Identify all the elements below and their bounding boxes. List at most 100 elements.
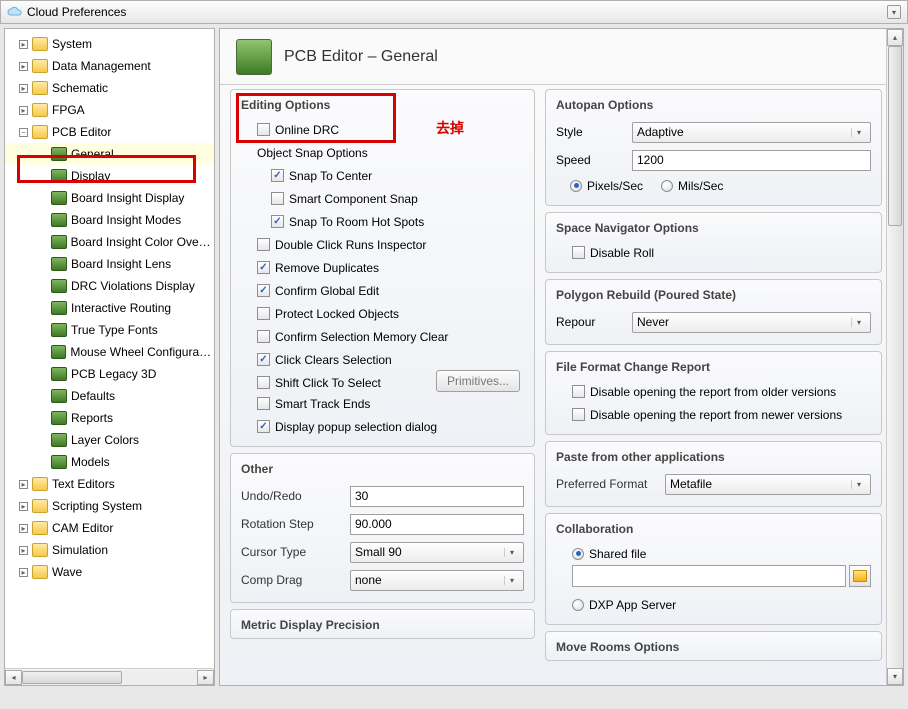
content-vscrollbar[interactable]: ▴ ▾ [886, 29, 903, 685]
group-heading: Collaboration [556, 522, 871, 536]
tree-node-pcb-child[interactable]: Reports [5, 407, 214, 429]
tree-node-pcb-child[interactable]: Layer Colors [5, 429, 214, 451]
comp-drag-select[interactable]: none▾ [350, 570, 524, 591]
folder-icon [32, 543, 48, 557]
folder-icon [32, 125, 48, 139]
tree-node[interactable]: ▸Schematic [5, 77, 214, 99]
pcb-icon [51, 389, 67, 403]
checkbox-remove-duplicates[interactable]: Remove Duplicates [241, 256, 524, 279]
tree-node-pcb-child[interactable]: Mouse Wheel Configuration [5, 341, 214, 363]
tree-node-pcb-child[interactable]: True Type Fonts [5, 319, 214, 341]
scroll-up-icon[interactable]: ▴ [887, 29, 903, 46]
checkbox-snap-center[interactable]: Snap To Center [241, 164, 524, 187]
tree-node-pcb-child[interactable]: Board Insight Color Overrid [5, 231, 214, 253]
radio-dxp-app-server[interactable]: DXP App Server [556, 593, 871, 616]
tree-node-pcb-editor[interactable]: − PCB Editor [5, 121, 214, 143]
tree-node[interactable]: ▸ System [5, 33, 214, 55]
tree-node[interactable]: ▸Scripting System [5, 495, 214, 517]
tree-node-pcb-child[interactable]: DRC Violations Display [5, 275, 214, 297]
twisty-icon[interactable]: ▸ [19, 546, 28, 555]
pcb-icon [51, 323, 67, 337]
tree-label: Reports [71, 411, 115, 425]
checkbox-snap-room[interactable]: Snap To Room Hot Spots [241, 210, 524, 233]
scroll-left-icon[interactable]: ◂ [5, 670, 22, 685]
checkbox-dblclick-inspector[interactable]: Double Click Runs Inspector [241, 233, 524, 256]
tree-node-pcb-child[interactable]: Board Insight Lens [5, 253, 214, 275]
chevron-down-icon: ▾ [851, 318, 866, 327]
checkbox-online-drc[interactable]: Online DRC [241, 118, 524, 141]
checkbox-click-clears[interactable]: Click Clears Selection [241, 348, 524, 371]
twisty-icon[interactable]: ▸ [19, 568, 28, 577]
pcb-icon [51, 411, 67, 425]
shared-file-path-input[interactable] [572, 565, 846, 587]
page-header: PCB Editor – General [220, 29, 886, 85]
nav-tree-panel: ▸ System ▸Data Management▸Schematic▸FPGA −… [4, 28, 215, 686]
twisty-icon[interactable]: ▸ [19, 480, 28, 489]
tree-label: Mouse Wheel Configuration [70, 345, 214, 359]
checkbox-smart-component-snap[interactable]: Smart Component Snap [241, 187, 524, 210]
preferred-format-label: Preferred Format [556, 477, 661, 491]
style-select[interactable]: Adaptive▾ [632, 122, 871, 143]
tree-node[interactable]: ▸Data Management [5, 55, 214, 77]
group-heading: Metric Display Precision [241, 618, 524, 632]
chevron-down-icon: ▾ [851, 480, 866, 489]
checkbox-popup-selection[interactable]: Display popup selection dialog [241, 415, 524, 438]
tree-label: Simulation [52, 543, 110, 557]
scroll-down-icon[interactable]: ▾ [887, 668, 903, 685]
group-file-format-report: File Format Change Report Disable openin… [545, 351, 882, 435]
checkbox-disable-older-report[interactable]: Disable opening the report from older ve… [556, 380, 871, 403]
repour-select[interactable]: Never▾ [632, 312, 871, 333]
title-bar: Cloud Preferences ▾ [0, 0, 908, 24]
rotation-input[interactable]: 90.000 [350, 514, 524, 535]
radio-mils-sec[interactable]: Mils/Sec [661, 179, 723, 193]
pcb-icon [51, 235, 67, 249]
checkbox-protect-locked[interactable]: Protect Locked Objects [241, 302, 524, 325]
twisty-icon[interactable]: ▸ [19, 62, 28, 71]
tree-node-pcb-child[interactable]: Display [5, 165, 214, 187]
tree-node-pcb-child[interactable]: PCB Legacy 3D [5, 363, 214, 385]
scroll-thumb[interactable] [888, 46, 902, 226]
radio-pixels-sec[interactable]: Pixels/Sec [570, 179, 643, 193]
checkbox-disable-roll[interactable]: Disable Roll [556, 241, 871, 264]
titlebar-dropdown[interactable]: ▾ [887, 5, 901, 19]
scroll-thumb[interactable] [22, 671, 122, 684]
tree-node-pcb-child[interactable]: General [5, 143, 214, 165]
tree-node-pcb-child[interactable]: Models [5, 451, 214, 473]
nav-tree[interactable]: ▸ System ▸Data Management▸Schematic▸FPGA −… [5, 29, 214, 668]
tree-node-pcb-child[interactable]: Defaults [5, 385, 214, 407]
tree-label: Interactive Routing [71, 301, 173, 315]
tree-node[interactable]: ▸ Simulation [5, 539, 214, 561]
group-polygon-rebuild: Polygon Rebuild (Poured State) RepourNev… [545, 279, 882, 345]
checkbox-smart-track-ends[interactable]: Smart Track Ends [241, 392, 524, 415]
undo-input[interactable]: 30 [350, 486, 524, 507]
tree-node-pcb-child[interactable]: Board Insight Modes [5, 209, 214, 231]
twisty-icon[interactable]: ▸ [19, 84, 28, 93]
cursor-select[interactable]: Small 90▾ [350, 542, 524, 563]
twisty-icon[interactable]: ▸ [19, 524, 28, 533]
checkbox-confirm-global-edit[interactable]: Confirm Global Edit [241, 279, 524, 302]
radio-shared-file[interactable]: Shared file [556, 542, 871, 565]
group-heading: Move Rooms Options [556, 640, 871, 654]
tree-node[interactable]: ▸Text Editors [5, 473, 214, 495]
checkbox-confirm-memory-clear[interactable]: Confirm Selection Memory Clear [241, 325, 524, 348]
tree-label: System [52, 37, 94, 51]
tree-node-pcb-child[interactable]: Board Insight Display [5, 187, 214, 209]
tree-node-pcb-child[interactable]: Interactive Routing [5, 297, 214, 319]
primitives-button[interactable]: Primitives... [436, 370, 520, 392]
preferred-format-select[interactable]: Metafile▾ [665, 474, 871, 495]
tree-label: Board Insight Lens [71, 257, 173, 271]
twisty-icon[interactable]: ▸ [19, 106, 28, 115]
twisty-icon[interactable]: ▸ [19, 502, 28, 511]
tree-node[interactable]: ▸CAM Editor [5, 517, 214, 539]
browse-button[interactable] [849, 565, 871, 587]
group-other: Other Undo/Redo30 Rotation Step90.000 Cu… [230, 453, 535, 603]
scroll-right-icon[interactable]: ▸ [197, 670, 214, 685]
checkbox-disable-newer-report[interactable]: Disable opening the report from newer ve… [556, 403, 871, 426]
twisty-icon[interactable]: ▸ [19, 40, 28, 49]
tree-node[interactable]: ▸FPGA [5, 99, 214, 121]
tree-hscrollbar[interactable]: ◂ ▸ [5, 668, 214, 685]
group-heading: Polygon Rebuild (Poured State) [556, 288, 871, 302]
tree-node[interactable]: ▸Wave [5, 561, 214, 583]
speed-input[interactable]: 1200 [632, 150, 871, 171]
twisty-icon[interactable]: − [19, 128, 28, 137]
